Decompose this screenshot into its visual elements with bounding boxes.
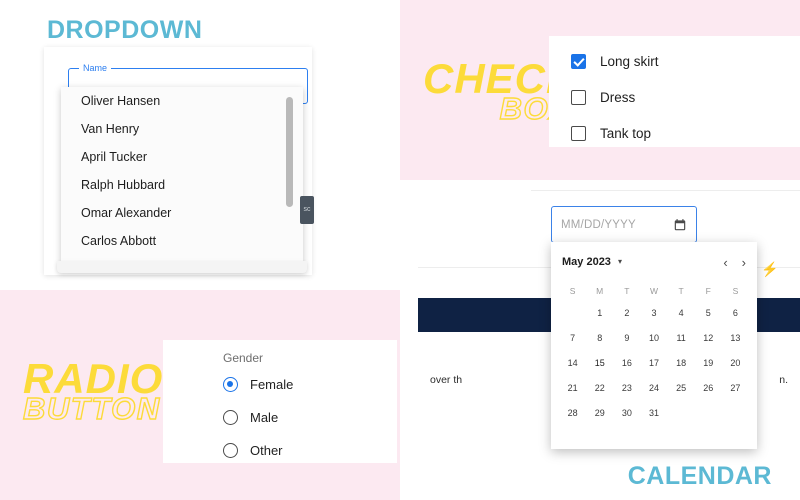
- checkbox-row-dress[interactable]: Dress: [549, 79, 800, 115]
- calendar-day[interactable]: 10: [640, 326, 667, 351]
- date-input-placeholder: MM/DD/YYYY: [561, 218, 636, 231]
- calendar-day[interactable]: 9: [613, 326, 640, 351]
- calendar-day[interactable]: 25: [668, 376, 695, 401]
- calendar-day[interactable]: 2: [613, 301, 640, 326]
- calendar-day[interactable]: 17: [640, 351, 667, 376]
- calendar-day-header: T: [624, 286, 630, 296]
- side-badge: sc: [300, 196, 314, 224]
- chevron-right-icon[interactable]: ›: [742, 256, 746, 269]
- checkbox-checked-icon[interactable]: [571, 53, 586, 69]
- calendar-day[interactable]: 13: [722, 326, 749, 351]
- calendar-day[interactable]: 28: [559, 401, 586, 426]
- calendar-day[interactable]: 16: [613, 351, 640, 376]
- calendar-popup[interactable]: May 2023 ▾ ‹ › S M T W T F S 1 2 3 4 5 6 7 8 9 10 11 12 13 1…: [551, 242, 757, 449]
- calendar-day-header: F: [705, 286, 711, 296]
- radio-row-male[interactable]: Male: [163, 401, 397, 434]
- calendar-day[interactable]: 5: [695, 301, 722, 326]
- checkbox-group: Long skirt Dress Tank top: [549, 36, 800, 147]
- chevron-left-icon[interactable]: ‹: [723, 256, 727, 269]
- radio-unselected-icon[interactable]: [223, 410, 238, 425]
- calendar-day[interactable]: 4: [668, 301, 695, 326]
- calendar-day[interactable]: 8: [586, 326, 613, 351]
- radio-group-legend: Gender: [223, 351, 264, 365]
- calendar-day[interactable]: 3: [640, 301, 667, 326]
- radio-section-title: RADIO BUTTON: [22, 357, 163, 427]
- calendar-day[interactable]: 29: [586, 401, 613, 426]
- list-item[interactable]: Van Henry: [61, 115, 303, 143]
- calendar-day[interactable]: 23: [613, 376, 640, 401]
- background-divider-top: [531, 190, 800, 191]
- radio-row-other[interactable]: Other: [163, 434, 397, 467]
- calendar-day-header: S: [569, 286, 576, 296]
- calendar-day-selected[interactable]: 15: [586, 351, 613, 376]
- calendar-day-header: W: [649, 286, 658, 296]
- bolt-icon: ⚡: [761, 261, 779, 277]
- dropdown-scrollbar-thumb[interactable]: [286, 97, 293, 207]
- calendar-grid: S M T W T F S 1 2 3 4 5 6 7 8 9 10 11 12 13 14 15 16 17 18 19 20 21…: [551, 277, 757, 426]
- calendar-day[interactable]: 1: [586, 301, 613, 326]
- calendar-day[interactable]: 31: [640, 401, 667, 426]
- list-item[interactable]: Oliver Hansen: [61, 87, 303, 115]
- calendar-day[interactable]: 21: [559, 376, 586, 401]
- list-item[interactable]: Carlos Abbott: [61, 227, 303, 255]
- calendar-day-header: M: [596, 286, 604, 296]
- dropdown-option-list[interactable]: Oliver Hansen Van Henry April Tucker Ral…: [61, 87, 303, 267]
- calendar-day[interactable]: 24: [640, 376, 667, 401]
- calendar-icon[interactable]: [673, 218, 687, 232]
- calendar-day[interactable]: 12: [695, 326, 722, 351]
- radio-selected-icon[interactable]: [223, 377, 238, 392]
- radio-unselected-icon[interactable]: [223, 443, 238, 458]
- radio-group: Gender Female Male Other: [163, 340, 397, 463]
- calendar-day-header: S: [732, 286, 739, 296]
- checkbox-label: Tank top: [600, 125, 652, 141]
- list-item[interactable]: Ralph Hubbard: [61, 171, 303, 199]
- radio-label: Male: [250, 410, 279, 425]
- calendar-day[interactable]: 18: [668, 351, 695, 376]
- dropdown-card-footer: [57, 261, 307, 273]
- calendar-month-label[interactable]: May 2023: [562, 256, 611, 268]
- calendar-day[interactable]: 26: [695, 376, 722, 401]
- list-item[interactable]: Omar Alexander: [61, 199, 303, 227]
- checkbox-unchecked-icon[interactable]: [571, 125, 586, 141]
- calendar-day-header: T: [678, 286, 684, 296]
- background-text-left: over th: [430, 374, 463, 386]
- radio-row-female[interactable]: Female: [163, 368, 397, 401]
- calendar-header: May 2023 ▾ ‹ ›: [551, 242, 757, 277]
- calendar-day[interactable]: 30: [613, 401, 640, 426]
- radio-title-line2: BUTTON: [22, 391, 161, 427]
- checkbox-row-long-skirt[interactable]: Long skirt: [549, 43, 800, 79]
- calendar-day[interactable]: 20: [722, 351, 749, 376]
- checkbox-label: Dress: [600, 89, 636, 105]
- background-text-right: n.: [779, 374, 788, 386]
- calendar-day[interactable]: 22: [586, 376, 613, 401]
- calendar-day[interactable]: 19: [695, 351, 722, 376]
- date-input-field[interactable]: MM/DD/YYYY: [551, 206, 697, 243]
- radio-label: Other: [250, 443, 283, 458]
- checkbox-unchecked-icon[interactable]: [571, 89, 586, 105]
- checkbox-label: Long skirt: [600, 53, 659, 69]
- calendar-day[interactable]: 27: [722, 376, 749, 401]
- dropdown-name-label: Name: [79, 62, 112, 74]
- list-item[interactable]: April Tucker: [61, 143, 303, 171]
- calendar-section-title: CALENDAR: [627, 462, 772, 490]
- checkbox-row-tank-top[interactable]: Tank top: [549, 115, 800, 151]
- dropdown-section-title: DROPDOWN: [47, 16, 203, 44]
- calendar-day[interactable]: 11: [668, 326, 695, 351]
- dropdown-scrollbar-track[interactable]: [286, 92, 298, 262]
- calendar-day[interactable]: 6: [722, 301, 749, 326]
- calendar-nav: ‹ ›: [723, 256, 746, 269]
- chevron-down-icon[interactable]: ▾: [618, 258, 622, 266]
- screenshot-canvas: DROPDOWN Name Oliver Hansen Van Henry Ap…: [0, 0, 800, 500]
- calendar-day[interactable]: 14: [559, 351, 586, 376]
- radio-label: Female: [250, 377, 294, 392]
- calendar-day[interactable]: 7: [559, 326, 586, 351]
